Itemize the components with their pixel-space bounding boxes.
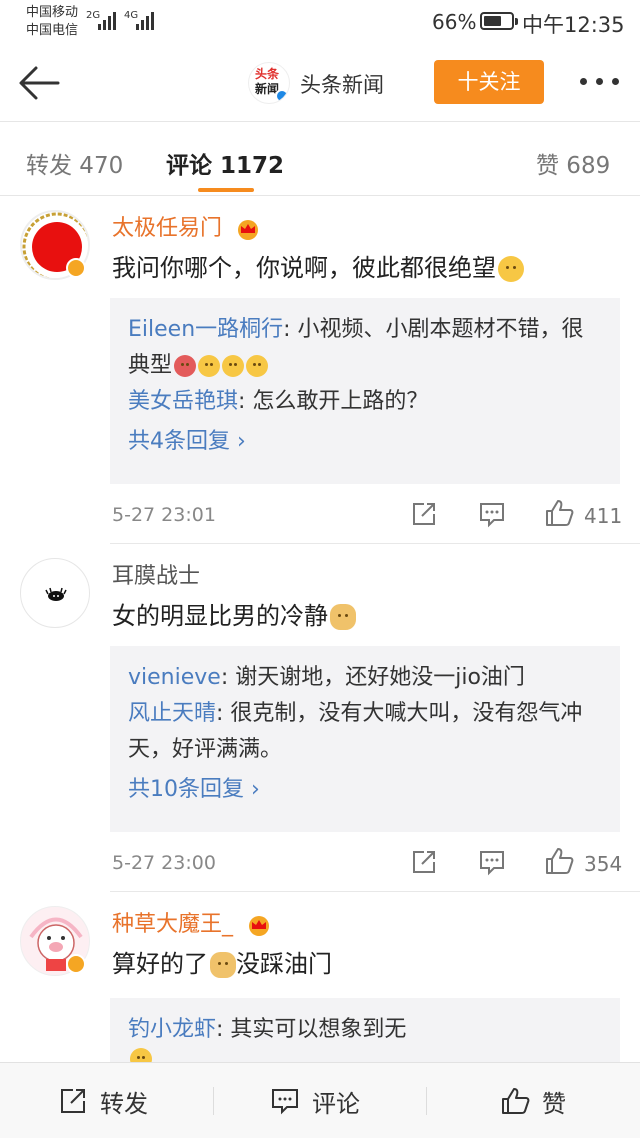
carrier-2: 中国电信 <box>26 23 79 38</box>
reply-icon[interactable] <box>478 500 506 528</box>
like-count: 354 <box>584 852 623 876</box>
back-button[interactable] <box>14 58 64 108</box>
reply-author[interactable]: 风止天晴 <box>128 701 216 726</box>
tab-repost[interactable]: 转发 470 <box>26 146 123 180</box>
account-name[interactable]: 头条新闻 <box>300 69 384 99</box>
share-icon[interactable] <box>410 500 438 528</box>
active-tab-indicator <box>198 188 254 192</box>
comment-text: 算好的了 没踩油门 <box>112 944 332 979</box>
separator <box>426 1087 427 1115</box>
share-icon <box>61 1089 85 1113</box>
doge-emoji-icon <box>210 952 236 978</box>
tab-likes[interactable]: 赞 689 <box>536 146 610 180</box>
reply-author[interactable]: 美女岳艳琪 <box>128 389 238 414</box>
like-label: 赞 <box>542 1089 566 1118</box>
like-button[interactable]: 赞 <box>500 1063 566 1138</box>
reply-item: Eileen一路桐行: 小视频、小剧本题材不错，很典型 <box>128 312 602 384</box>
author-name: 太极任易门 <box>112 216 223 241</box>
bottom-action-bar: 转发 评论 赞 <box>0 1062 640 1138</box>
comment-time: 5-27 23:01 <box>112 504 216 526</box>
comment-button[interactable]: 评论 <box>270 1063 360 1138</box>
reply-item: 钓小龙虾: 其实可以想象到无 <box>128 1012 602 1048</box>
dizzy-emoji-icon <box>222 355 245 377</box>
doge-emoji-icon <box>330 604 356 630</box>
reply-author[interactable]: 钓小龙虾 <box>128 1017 216 1042</box>
comment-item: 耳膜战士 女的明显比男的冷静 vienieve: 谢天谢地，还好她没一jio油门… <box>0 544 640 892</box>
follow-button[interactable]: 十关注 <box>434 60 544 104</box>
vip-badge-icon <box>66 258 86 278</box>
reply-author[interactable]: vienieve <box>128 665 221 690</box>
crown-icon <box>238 220 259 240</box>
comment-author[interactable]: 种草大魔王_ <box>112 906 272 938</box>
like-icon <box>502 1088 530 1114</box>
comment-time: 5-27 23:00 <box>112 852 216 874</box>
verified-icon <box>275 89 289 103</box>
comment-author[interactable]: 太极任易门 <box>112 210 261 242</box>
separator <box>213 1087 214 1115</box>
emoji-icon <box>130 1048 152 1062</box>
comment-text-end: 没踩油门 <box>236 950 332 978</box>
shocked-emoji-icon <box>198 355 221 377</box>
reply-preview-box[interactable]: vienieve: 谢天谢地，还好她没一jio油门 风止天晴: 很克制，没有大喊… <box>110 646 620 832</box>
like-count: 411 <box>584 504 623 528</box>
tab-comments[interactable]: 评论 1172 <box>166 146 284 180</box>
back-arrow-icon <box>19 66 60 100</box>
author-name: 种草大魔王_ <box>112 912 234 937</box>
reply-text: : 怎么敢开上路的？ <box>238 389 429 414</box>
reply-icon[interactable] <box>478 848 506 876</box>
top-nav-bar: 头条 新闻 头条新闻 十关注 <box>0 44 640 122</box>
avatar[interactable] <box>20 558 90 628</box>
reply-author[interactable]: Eileen一路桐行 <box>128 317 283 342</box>
signal-icon-2 <box>136 10 156 30</box>
reply-item: vienieve: 谢天谢地，还好她没一jio油门 <box>128 660 602 696</box>
comment-text-content: 我问你哪个，你说啊，彼此都很绝望 <box>112 254 496 282</box>
repost-label: 转发 <box>100 1089 148 1118</box>
signal-icon-1 <box>98 10 118 30</box>
pig-emoji-icon <box>174 355 197 377</box>
reply-preview-box[interactable]: Eileen一路桐行: 小视频、小剧本题材不错，很典型 美女岳艳琪: 怎么敢开上… <box>110 298 620 484</box>
eyeroll-emoji-icon <box>246 355 269 377</box>
comment-text: 我问你哪个，你说啊，彼此都很绝望 <box>112 248 524 283</box>
author-name: 耳膜战士 <box>112 564 201 589</box>
reply-text: : 谢天谢地，还好她没一jio油门 <box>220 665 525 690</box>
comment-label: 评论 <box>312 1089 360 1118</box>
laugh-cry-emoji-icon <box>498 256 524 282</box>
account-logo[interactable]: 头条 新闻 <box>248 62 290 104</box>
comment-author[interactable]: 耳膜战士 <box>112 558 200 590</box>
comment-icon <box>272 1089 298 1115</box>
view-all-replies-link[interactable]: 共10条回复 › <box>128 772 602 808</box>
logo-text-top: 头条 <box>255 67 280 81</box>
status-bar: 中国移动 中国电信 2G 4G 66% 中午12:35 <box>0 0 640 44</box>
comment-text: 女的明显比男的冷静 <box>112 596 356 631</box>
comment-item: 种草大魔王_ 算好的了 没踩油门 钓小龙虾: 其实可以想象到无 <box>0 892 640 1062</box>
comment-item: 太极任易门 我问你哪个，你说啊，彼此都很绝望 Eileen一路桐行: 小视频、小… <box>0 196 640 544</box>
vip-badge-icon <box>66 954 86 974</box>
reply-item: 美女岳艳琪: 怎么敢开上路的？ <box>128 384 602 420</box>
carrier-info: 中国移动 中国电信 <box>26 4 78 40</box>
battery-percent: 66% <box>432 10 477 34</box>
reply-text: : 其实可以想象到无 <box>216 1017 407 1042</box>
comment-text-content: 女的明显比男的冷静 <box>112 602 328 630</box>
carrier-1: 中国移动 <box>26 5 79 20</box>
clock: 中午12:35 <box>522 13 625 37</box>
like-icon[interactable] <box>544 846 574 876</box>
view-all-replies-link[interactable]: 共4条回复 › <box>128 424 602 460</box>
share-icon[interactable] <box>410 848 438 876</box>
comment-text-start: 算好的了 <box>112 950 208 978</box>
tab-bar: 转发 470 评论 1172 赞 689 <box>0 122 640 196</box>
repost-button[interactable]: 转发 <box>58 1063 148 1138</box>
like-icon[interactable] <box>544 498 574 528</box>
battery-icon <box>480 12 518 30</box>
avatar-image <box>45 587 67 601</box>
crown-icon <box>249 916 270 936</box>
reply-preview-box[interactable]: 钓小龙虾: 其实可以想象到无 <box>110 998 620 1062</box>
reply-item: 风止天晴: 很克制，没有大喊大叫，没有怨气冲天，好评满满。 <box>128 696 602 768</box>
